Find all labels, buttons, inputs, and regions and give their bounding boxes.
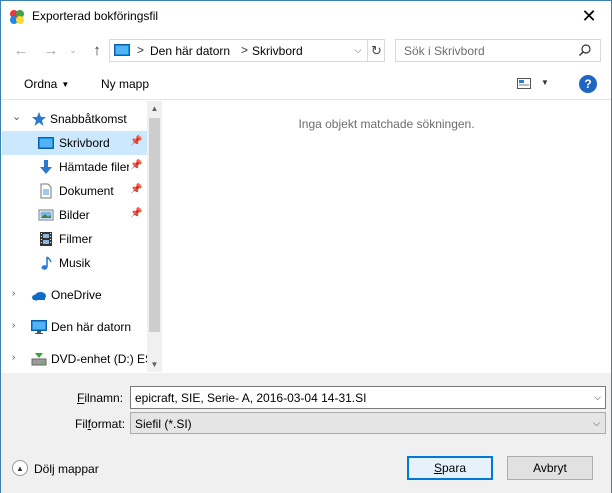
document-icon bbox=[40, 183, 52, 199]
nav-label: Musik bbox=[59, 256, 91, 270]
scrollbar-thumb[interactable] bbox=[149, 118, 160, 332]
computer-icon bbox=[31, 320, 47, 334]
address-bar[interactable]: > Den här datorn > Skrivbord ⌵ ↻ bbox=[109, 39, 385, 62]
close-button[interactable]: ✕ bbox=[567, 1, 611, 31]
collapsed-chevron-icon[interactable]: › bbox=[12, 352, 15, 363]
nav-label: Hämtade filer bbox=[59, 160, 129, 174]
help-icon[interactable]: ? bbox=[579, 75, 597, 93]
recent-locations-chevron-icon[interactable]: ⌄ bbox=[63, 40, 83, 60]
breadcrumb-desktop[interactable]: Skrivbord bbox=[252, 44, 303, 58]
expanded-chevron-icon[interactable]: ⌄ bbox=[12, 110, 21, 123]
nav-label: Skrivbord bbox=[59, 136, 110, 150]
breadcrumb-separator-icon: > bbox=[137, 43, 145, 57]
nav-label: Den här datorn bbox=[51, 320, 132, 334]
cancel-button[interactable]: Avbryt bbox=[507, 456, 593, 480]
breadcrumb-this-pc[interactable]: Den här datorn bbox=[150, 44, 230, 58]
breadcrumb-separator-icon: > bbox=[241, 43, 249, 57]
file-format-label: Filformat: bbox=[75, 417, 125, 431]
star-icon bbox=[32, 112, 46, 126]
chevron-down-icon: ▼ bbox=[61, 80, 70, 89]
nav-item-pictures[interactable]: Bilder 📌 bbox=[2, 203, 147, 227]
nav-item-music[interactable]: Musik bbox=[2, 251, 147, 275]
pin-icon[interactable]: 📌 bbox=[130, 184, 142, 195]
nav-item-quick-access[interactable]: ⌄ Snabbåtkomst bbox=[2, 107, 147, 131]
filename-label-rest: ilnamn: bbox=[84, 391, 124, 405]
navigation-bar: ← → ⌄ ↑ > Den här datorn > Skrivbord ⌵ ↻… bbox=[1, 34, 611, 66]
new-folder-button[interactable]: Ny mapp bbox=[101, 77, 149, 91]
save-label-mnemonic: S bbox=[433, 461, 442, 475]
file-format-value: Siefil (*.SI) bbox=[135, 417, 192, 431]
save-button[interactable]: Spara bbox=[407, 456, 493, 480]
collapsed-chevron-icon[interactable]: › bbox=[12, 288, 15, 299]
back-arrow-icon[interactable]: ← bbox=[11, 40, 31, 60]
pin-icon[interactable]: 📌 bbox=[130, 136, 142, 147]
address-dropdown-icon[interactable]: ⌵ bbox=[350, 42, 366, 59]
nav-item-this-pc[interactable]: › Den här datorn bbox=[2, 315, 147, 339]
onedrive-icon bbox=[32, 292, 46, 301]
desktop-icon bbox=[38, 137, 54, 149]
forward-arrow-icon[interactable]: → bbox=[41, 40, 61, 60]
music-icon bbox=[41, 256, 52, 270]
filename-label: Filnamn: bbox=[77, 391, 123, 405]
filename-value: epicraft, SIE, Serie- A, 2016-03-04 14-3… bbox=[135, 391, 367, 405]
window-title: Exporterad bokföringsfil bbox=[32, 9, 159, 23]
nav-label: Dokument bbox=[59, 184, 114, 198]
nav-item-downloads[interactable]: Hämtade filer 📌 bbox=[2, 155, 147, 179]
save-label-rest: para bbox=[441, 461, 467, 475]
empty-results-message: Inga objekt matchade sökningen. bbox=[298, 117, 475, 131]
nav-item-desktop[interactable]: Skrivbord 📌 bbox=[2, 131, 147, 155]
dvd-drive-icon bbox=[31, 353, 47, 366]
search-icon bbox=[579, 44, 591, 56]
chevron-down-icon[interactable]: ⌵ bbox=[593, 418, 600, 429]
chevron-down-icon[interactable]: ⌵ bbox=[594, 392, 601, 403]
app-logo-icon bbox=[10, 10, 24, 24]
nav-pane-scrollbar[interactable]: ▲ ▼ bbox=[147, 101, 162, 372]
collapsed-chevron-icon[interactable]: › bbox=[12, 320, 15, 331]
refresh-icon[interactable]: ↻ bbox=[367, 40, 385, 61]
pictures-icon bbox=[38, 209, 54, 221]
collapse-up-icon: ▲ bbox=[12, 460, 28, 476]
file-format-label-rest: ormat: bbox=[91, 417, 126, 431]
pin-icon[interactable]: 📌 bbox=[130, 160, 142, 171]
title-bar: Exporterad bokföringsfil ✕ bbox=[1, 1, 611, 32]
nav-item-dvd-drive[interactable]: › DVD-enhet (D:) ES bbox=[2, 347, 147, 371]
nav-item-onedrive[interactable]: › OneDrive bbox=[2, 283, 147, 307]
desktop-icon bbox=[114, 44, 130, 56]
search-placeholder: Sök i Skrivbord bbox=[404, 44, 485, 58]
up-arrow-icon[interactable]: ↑ bbox=[87, 40, 107, 60]
nav-label: DVD-enhet (D:) ES bbox=[51, 352, 147, 366]
nav-item-videos[interactable]: Filmer bbox=[2, 227, 147, 251]
download-icon bbox=[40, 160, 52, 174]
file-format-label-start: Fil bbox=[75, 417, 88, 431]
nav-label: Bilder bbox=[59, 208, 90, 222]
nav-label: Snabbåtkomst bbox=[50, 112, 127, 126]
scroll-down-arrow-icon[interactable]: ▼ bbox=[147, 357, 162, 372]
nav-label: OneDrive bbox=[51, 288, 102, 302]
organize-button[interactable]: Ordna ▼ bbox=[24, 77, 69, 91]
film-icon bbox=[40, 232, 52, 246]
save-dialog: Exporterad bokföringsfil ✕ ← → ⌄ ↑ > Den… bbox=[0, 0, 612, 493]
pin-icon[interactable]: 📌 bbox=[130, 208, 142, 219]
view-options-chevron-icon[interactable]: ▼ bbox=[541, 78, 549, 87]
file-format-select[interactable]: Siefil (*.SI) ⌵ bbox=[130, 412, 606, 434]
nav-label: Filmer bbox=[59, 232, 93, 246]
file-list[interactable]: Inga objekt matchade sökningen. bbox=[162, 101, 611, 372]
view-options-icon[interactable] bbox=[517, 78, 531, 89]
command-toolbar: Ordna ▼ Ny mapp ▼ ? bbox=[1, 68, 611, 100]
organize-label: Ordna bbox=[24, 77, 58, 91]
search-input[interactable]: Sök i Skrivbord bbox=[395, 39, 601, 62]
navigation-pane: ⌄ Snabbåtkomst Skrivbord 📌 Hämtade filer… bbox=[2, 101, 147, 372]
filename-field[interactable]: epicraft, SIE, Serie- A, 2016-03-04 14-3… bbox=[130, 386, 606, 409]
scroll-up-arrow-icon[interactable]: ▲ bbox=[147, 101, 162, 116]
save-options-panel: Filnamn: epicraft, SIE, Serie- A, 2016-0… bbox=[1, 373, 611, 493]
nav-item-documents[interactable]: Dokument 📌 bbox=[2, 179, 147, 203]
hide-folders-label: Dölj mappar bbox=[34, 462, 99, 476]
